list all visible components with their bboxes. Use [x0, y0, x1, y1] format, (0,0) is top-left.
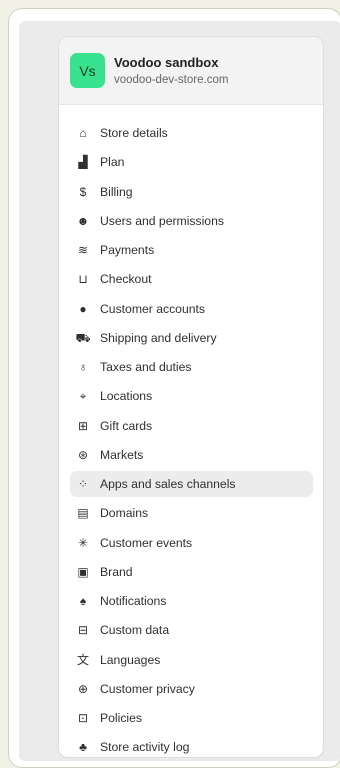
- menu-item-custom-data[interactable]: ⊟ Custom data: [70, 617, 313, 643]
- menu-item-label: Plan: [100, 155, 125, 170]
- menu-item-label: Policies: [100, 711, 142, 725]
- truck-icon: ⛟: [75, 330, 91, 345]
- menu-item-languages[interactable]: 文 Languages: [70, 647, 313, 673]
- menu-item-label: Checkout: [100, 272, 152, 287]
- lock-icon: ⊕: [77, 681, 89, 696]
- menu-item-label: Notifications: [100, 594, 167, 608]
- menu-item-label: Apps and sales channels: [100, 477, 236, 491]
- menu-item-label: Store activity log: [100, 740, 190, 755]
- menu-item-label: Billing: [100, 184, 133, 199]
- menu-item-label: Markets: [100, 447, 144, 462]
- menu-item-customer-privacy[interactable]: ⊕ Customer privacy: [70, 676, 313, 702]
- menu-item-label: Store details: [100, 126, 168, 140]
- menu-item-label: Users and permissions: [100, 213, 224, 228]
- menu-item-label: Gift cards: [100, 418, 153, 433]
- menu-item-billing[interactable]: $ Billing: [70, 179, 313, 205]
- store-header[interactable]: Vs Voodoo sandbox voodoo-dev-store.com: [59, 37, 323, 105]
- menu-item-label: Taxes and duties: [100, 360, 192, 374]
- person-icon: ●: [79, 301, 87, 316]
- store-icon: ⌂: [79, 126, 87, 140]
- money-bag-icon: ♁: [78, 360, 88, 374]
- gift-card-icon: ⊞: [77, 418, 89, 433]
- custom-data-icon: ⊟: [77, 623, 89, 638]
- users-icon: ☻: [76, 213, 90, 228]
- cart-icon: ⊔: [78, 272, 88, 287]
- menu-item-label: Customer accounts: [100, 301, 205, 316]
- apps-icon: ⁘: [77, 477, 89, 491]
- plan-icon: ▟: [78, 155, 88, 170]
- activity-log-icon: ♣: [79, 740, 87, 755]
- menu-item-customer-accounts[interactable]: ● Customer accounts: [70, 296, 313, 322]
- menu-item-label: Custom data: [100, 623, 170, 638]
- cursor-click-icon: ✳: [77, 535, 89, 550]
- menu-item-label: Languages: [100, 652, 161, 667]
- globe-icon: ⊛: [77, 447, 89, 462]
- settings-sidebar: Vs Voodoo sandbox voodoo-dev-store.com ⌂…: [58, 36, 324, 758]
- menu-item-label: Brand: [100, 564, 133, 579]
- menu-item-label: Payments: [100, 243, 155, 257]
- settings-menu: ⌂ Store details ▟ Plan $ Billing ☻ Users and pe…: [70, 120, 313, 757]
- store-info: Voodoo sandbox voodoo-dev-store.com: [114, 54, 228, 88]
- language-icon: 文: [76, 652, 89, 667]
- store-name: Voodoo sandbox: [114, 54, 219, 70]
- bell-icon: ♠: [79, 594, 87, 608]
- menu-item-label: Customer privacy: [100, 681, 195, 696]
- domain-icon: ▤: [77, 506, 89, 521]
- menu-item-markets[interactable]: ⊛ Markets: [70, 442, 313, 468]
- policies-icon: ⊡: [77, 711, 89, 725]
- menu-item-label: Domains: [100, 506, 149, 521]
- menu-item-policies[interactable]: ⊡ Policies: [70, 705, 313, 731]
- brand-icon: ▣: [77, 564, 89, 579]
- menu-item-store-activity-log[interactable]: ♣ Store activity log: [70, 734, 313, 757]
- menu-item-users-and-permissions[interactable]: ☻ Users and permissions: [70, 208, 313, 234]
- billing-icon: $: [79, 184, 87, 199]
- menu-item-store-details[interactable]: ⌂ Store details: [70, 120, 313, 146]
- menu-item-apps-and-sales-channels[interactable]: ⁘ Apps and sales channels: [70, 471, 313, 497]
- menu-item-notifications[interactable]: ♠ Notifications: [70, 588, 313, 614]
- menu-item-payments[interactable]: ≋ Payments: [70, 237, 313, 263]
- menu-item-label: Customer events: [100, 535, 193, 550]
- menu-item-shipping-and-delivery[interactable]: ⛟ Shipping and delivery: [70, 325, 313, 351]
- menu-item-domains[interactable]: ▤ Domains: [70, 500, 313, 526]
- location-pin-icon: ⌖: [79, 389, 87, 404]
- menu-item-brand[interactable]: ▣ Brand: [70, 559, 313, 585]
- menu-item-checkout[interactable]: ⊔ Checkout: [70, 266, 313, 292]
- menu-item-label: Locations: [100, 389, 153, 404]
- payments-icon: ≋: [77, 243, 89, 257]
- menu-item-label: Shipping and delivery: [100, 330, 217, 345]
- menu-item-locations[interactable]: ⌖ Locations: [70, 383, 313, 409]
- menu-item-taxes-and-duties[interactable]: ♁ Taxes and duties: [70, 354, 313, 380]
- menu-item-plan[interactable]: ▟ Plan: [70, 149, 313, 175]
- settings-window: Vs Voodoo sandbox voodoo-dev-store.com ⌂…: [8, 8, 340, 768]
- menu-item-customer-events[interactable]: ✳ Customer events: [70, 530, 313, 556]
- menu-item-gift-cards[interactable]: ⊞ Gift cards: [70, 413, 313, 439]
- store-domain: voodoo-dev-store.com: [114, 73, 229, 86]
- settings-background: Vs Voodoo sandbox voodoo-dev-store.com ⌂…: [19, 21, 340, 761]
- store-avatar: Vs: [70, 53, 105, 88]
